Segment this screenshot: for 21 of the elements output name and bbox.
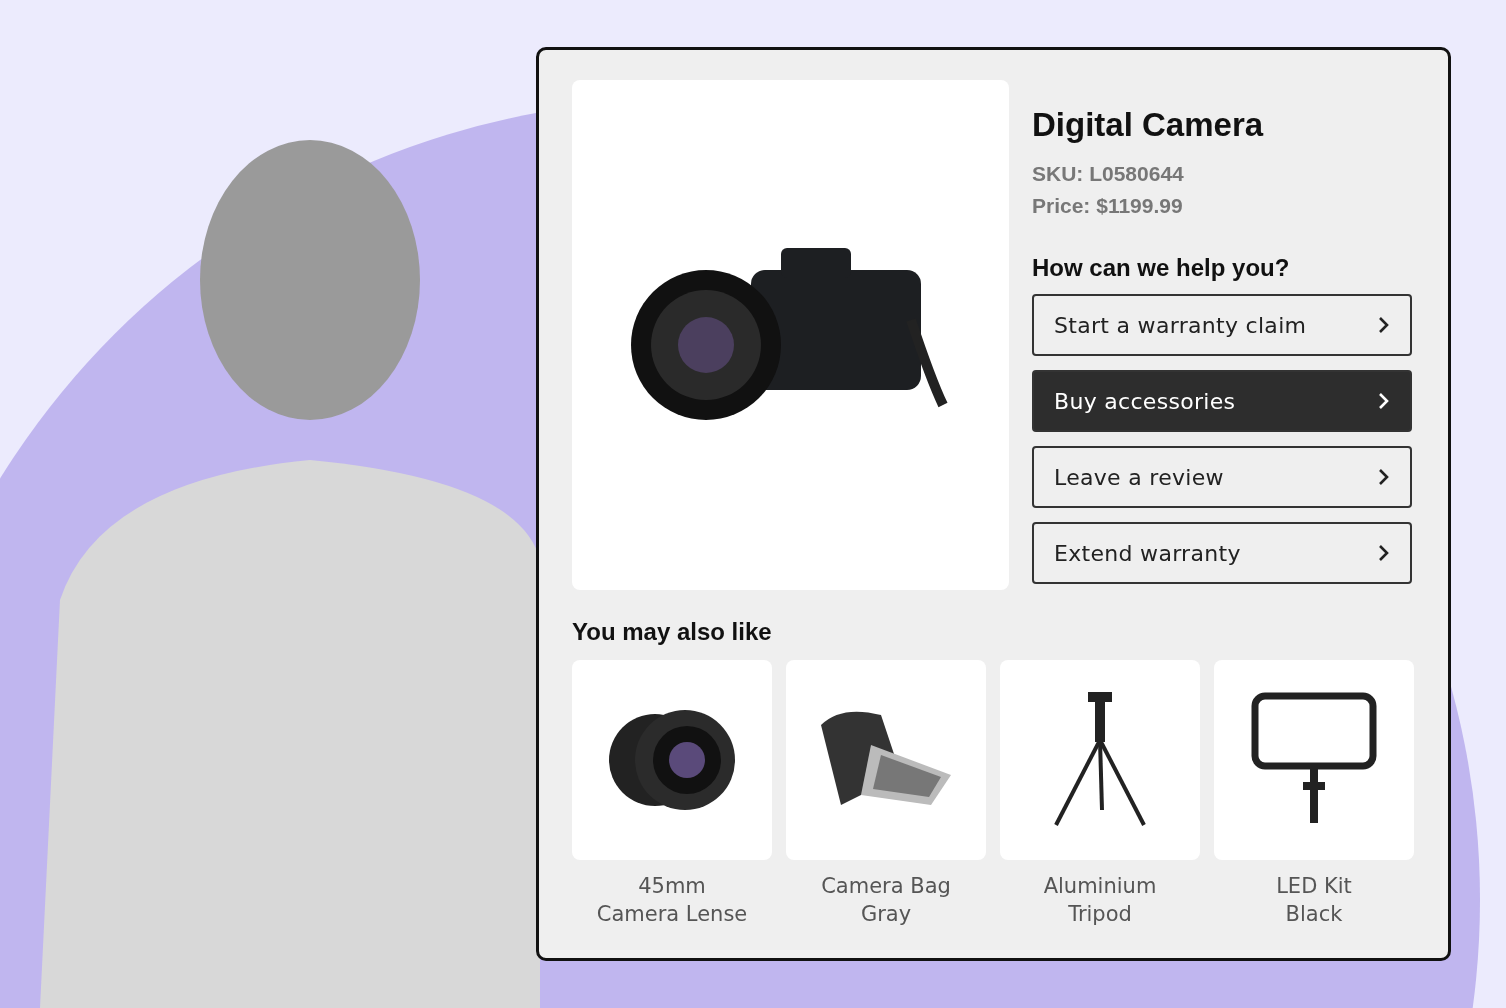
chevron-icon <box>1378 468 1390 486</box>
help-heading: How can we help you? <box>1032 254 1291 282</box>
product-card[interactable] <box>1214 660 1414 860</box>
chevron-icon <box>1378 316 1390 334</box>
action-button[interactable]: Start a warranty claim <box>1032 294 1412 356</box>
action-button[interactable]: Leave a review <box>1032 446 1412 508</box>
product-price: Price: $1199.99 <box>1032 193 1184 219</box>
product-name: Camera Bag Gray <box>821 873 951 928</box>
product-name: LED Kit Black <box>1276 873 1352 928</box>
product-title: Digital Camera <box>1032 106 1265 144</box>
product-card[interactable] <box>786 660 986 860</box>
product-card[interactable] <box>572 660 772 860</box>
product-sku: SKU: L0580644 <box>1032 161 1185 187</box>
action-button[interactable]: Extend warranty <box>1032 522 1412 584</box>
chevron-icon <box>1378 392 1390 410</box>
recommendations-heading: You may also like <box>572 618 773 646</box>
action-button[interactable]: Buy accessories <box>1032 370 1412 432</box>
product-name: Aluminium Tripod <box>1043 873 1157 928</box>
product-card[interactable] <box>1000 660 1200 860</box>
product-name: 45mm Camera Lense <box>596 873 748 928</box>
chevron-icon <box>1378 544 1390 562</box>
